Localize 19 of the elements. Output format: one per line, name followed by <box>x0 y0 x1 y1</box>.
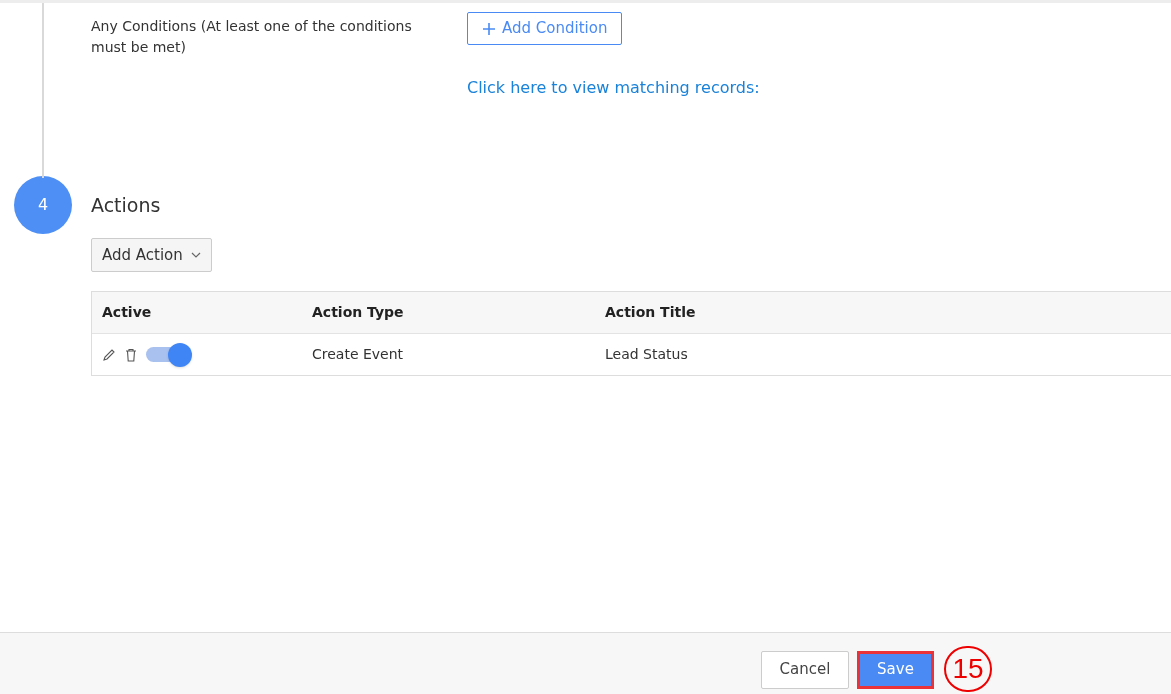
column-header: Action Type <box>312 304 404 320</box>
active-toggle[interactable] <box>146 342 192 367</box>
table-cell: Create Event <box>312 346 404 362</box>
pencil-icon[interactable] <box>102 347 116 362</box>
trash-icon[interactable] <box>125 347 137 362</box>
step-callout: 15 <box>944 645 992 692</box>
table-cell: Lead Status <box>605 346 688 362</box>
step-number: 4 <box>14 176 72 234</box>
chevron-down-icon <box>190 252 201 258</box>
plus-icon <box>482 21 496 36</box>
add-condition-button[interactable]: Add Condition <box>467 12 623 45</box>
add-action-dropdown[interactable]: Add Action <box>91 238 212 272</box>
cancel-button[interactable]: Cancel <box>761 650 849 689</box>
save-button[interactable]: Save <box>857 650 934 689</box>
column-header: Active <box>102 304 152 320</box>
column-header: Action Title <box>605 304 696 320</box>
matching-records-link[interactable]: Click here to view matching records: <box>467 76 760 100</box>
section-title: Actions <box>91 192 161 218</box>
conditions-label: Any Conditions (At least one of the conditions must be met) <box>91 17 413 57</box>
